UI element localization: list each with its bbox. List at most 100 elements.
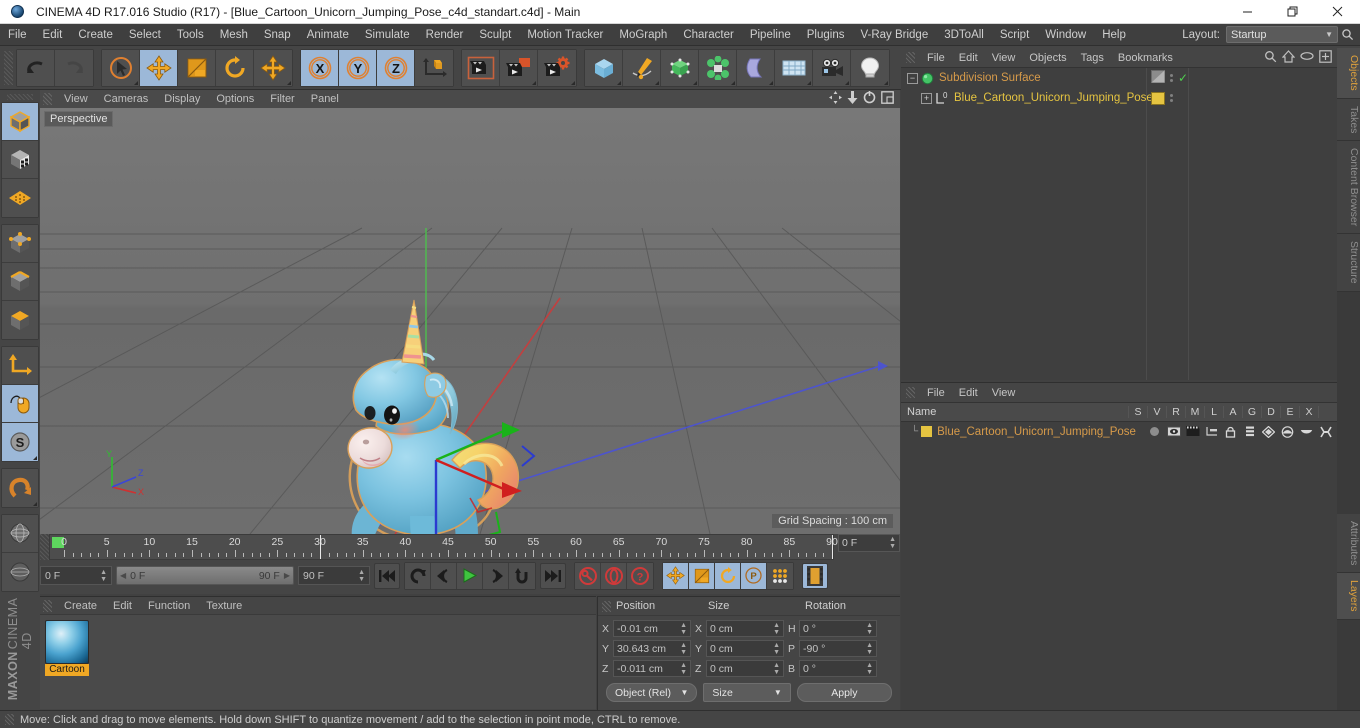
toolbar-grip[interactable] bbox=[4, 50, 13, 85]
minimize-button[interactable] bbox=[1225, 0, 1270, 24]
stepper-icon[interactable]: ▲ ▼ bbox=[773, 622, 780, 636]
polygons-mode-button[interactable] bbox=[2, 300, 38, 339]
move-alt-tool[interactable] bbox=[254, 49, 292, 86]
menu-file[interactable]: File bbox=[0, 24, 35, 46]
scale-tool[interactable] bbox=[178, 49, 216, 86]
search-icon[interactable] bbox=[1338, 28, 1356, 41]
lock-icon[interactable] bbox=[1222, 424, 1239, 439]
play-backwards-button[interactable] bbox=[405, 562, 431, 589]
go-to-end-button[interactable] bbox=[540, 562, 566, 589]
object-menu-objects[interactable]: Objects bbox=[1022, 48, 1073, 68]
xref-icon[interactable] bbox=[1317, 424, 1334, 439]
y-axis-lock[interactable]: Y bbox=[339, 49, 377, 86]
display-tag-icon[interactable] bbox=[1151, 70, 1165, 86]
viewport-menu-view[interactable]: View bbox=[56, 90, 96, 108]
expand-toggle-icon[interactable]: + bbox=[921, 92, 932, 104]
keyframe-selection-button[interactable]: ? bbox=[627, 562, 653, 589]
layer-row[interactable]: └ Blue_Cartoon_Unicorn_Jumping_Pose bbox=[901, 422, 1337, 441]
material-tag-icon[interactable] bbox=[1151, 91, 1165, 105]
rotation-b-field[interactable]: 0 ° ▲ ▼ bbox=[799, 660, 877, 677]
timeline-grip[interactable] bbox=[40, 534, 49, 560]
menu-select[interactable]: Select bbox=[121, 24, 169, 46]
solo-dot-icon[interactable] bbox=[1146, 424, 1163, 439]
workplane-mode-button[interactable] bbox=[2, 178, 38, 217]
render-settings-button[interactable] bbox=[538, 49, 576, 86]
object-menu-edit[interactable]: Edit bbox=[952, 48, 985, 68]
add-deformer-button[interactable] bbox=[737, 49, 775, 86]
soft-selection-button[interactable]: S bbox=[2, 422, 38, 461]
menu-mograph[interactable]: MoGraph bbox=[611, 24, 675, 46]
loop-button[interactable] bbox=[509, 562, 535, 589]
column-g[interactable]: G bbox=[1242, 406, 1261, 418]
record-scale-button[interactable] bbox=[689, 562, 715, 589]
vtab-layers[interactable]: Layers bbox=[1337, 573, 1360, 620]
left-toolbar-grip[interactable] bbox=[7, 94, 33, 100]
record-rotation-button[interactable] bbox=[715, 562, 741, 589]
stepper-icon[interactable]: ▲ ▼ bbox=[773, 642, 780, 656]
visibility-dots-icon[interactable] bbox=[1170, 94, 1173, 102]
plus-box-icon[interactable] bbox=[1319, 49, 1332, 66]
vtab-attributes[interactable]: Attributes bbox=[1337, 514, 1360, 574]
add-spline-button[interactable] bbox=[623, 49, 661, 86]
size-z-field[interactable]: 0 cm ▲ ▼ bbox=[706, 660, 784, 677]
expression-icon[interactable] bbox=[1298, 424, 1315, 439]
stepper-icon[interactable]: ▲ ▼ bbox=[866, 622, 873, 636]
record-parameter-button[interactable]: P bbox=[741, 562, 767, 589]
deformer-icon[interactable] bbox=[1279, 424, 1296, 439]
redo-button[interactable] bbox=[55, 49, 93, 86]
record-keyframe-button[interactable] bbox=[575, 562, 601, 589]
timeline-range-slider[interactable]: ◀ 0 F 90 F ▶ bbox=[116, 566, 294, 585]
object-menu-tags[interactable]: Tags bbox=[1074, 48, 1111, 68]
visibility-dots-icon[interactable] bbox=[1170, 74, 1173, 82]
generator-icon[interactable] bbox=[1260, 424, 1277, 439]
animation-mode-button[interactable] bbox=[802, 562, 828, 589]
viewport-menu-display[interactable]: Display bbox=[156, 90, 208, 108]
menu-3dtoall[interactable]: 3DToAll bbox=[936, 24, 992, 46]
vtab-objects[interactable]: Objects bbox=[1337, 48, 1360, 99]
menu-animate[interactable]: Animate bbox=[299, 24, 357, 46]
viewport-grip[interactable] bbox=[43, 93, 52, 105]
column-a[interactable]: A bbox=[1223, 406, 1242, 418]
position-y-field[interactable]: 30.643 cm ▲ ▼ bbox=[613, 640, 691, 657]
stepper-icon[interactable]: ▲ ▼ bbox=[680, 622, 687, 636]
column-v[interactable]: V bbox=[1147, 406, 1166, 418]
layout-dropdown[interactable]: Startup ▼ bbox=[1226, 26, 1338, 43]
maximize-view-icon[interactable] bbox=[881, 91, 894, 107]
menu-create[interactable]: Create bbox=[70, 24, 121, 46]
object-menu-file[interactable]: File bbox=[920, 48, 952, 68]
record-position-button[interactable] bbox=[663, 562, 689, 589]
material-thumbnail[interactable] bbox=[45, 620, 89, 664]
expand-toggle-icon[interactable]: − bbox=[907, 72, 918, 84]
animation-bars-icon[interactable] bbox=[1241, 424, 1258, 439]
vtab-takes[interactable]: Takes bbox=[1337, 98, 1360, 142]
column-l[interactable]: L bbox=[1204, 406, 1223, 418]
rotate-tool[interactable] bbox=[216, 49, 254, 86]
live-selection-tool[interactable] bbox=[102, 49, 140, 86]
end-frame-field[interactable]: 90 F ▲ ▼ bbox=[298, 566, 370, 585]
viewport-solo-button[interactable] bbox=[2, 514, 38, 553]
stepper-icon[interactable]: ▲ ▼ bbox=[100, 569, 107, 583]
object-menu-bookmarks[interactable]: Bookmarks bbox=[1111, 48, 1180, 68]
stepper-icon[interactable]: ▲ ▼ bbox=[358, 569, 365, 583]
manager-tree-icon[interactable] bbox=[1203, 424, 1220, 439]
column-d[interactable]: D bbox=[1261, 406, 1280, 418]
stepper-icon[interactable]: ▲ ▼ bbox=[773, 662, 780, 676]
add-environment-button[interactable] bbox=[775, 49, 813, 86]
material-menu-create[interactable]: Create bbox=[56, 597, 105, 615]
menu-help[interactable]: Help bbox=[1094, 24, 1134, 46]
menu-pipeline[interactable]: Pipeline bbox=[742, 24, 799, 46]
rotation-p-field[interactable]: -90 ° ▲ ▼ bbox=[799, 640, 877, 657]
size-y-field[interactable]: 0 cm ▲ ▼ bbox=[706, 640, 784, 657]
menu-vray-bridge[interactable]: V-Ray Bridge bbox=[852, 24, 936, 46]
timeline-preview-frame-field[interactable]: 0 F ▲ ▼ bbox=[838, 534, 900, 552]
go-to-start-button[interactable] bbox=[374, 562, 400, 589]
column-r[interactable]: R bbox=[1166, 406, 1185, 418]
range-right-arrow-icon[interactable]: ▶ bbox=[284, 571, 290, 580]
position-x-field[interactable]: -0.01 cm ▲ ▼ bbox=[613, 620, 691, 637]
coordinates-grip[interactable] bbox=[602, 600, 611, 612]
add-array-button[interactable] bbox=[699, 49, 737, 86]
size-mode-dropdown[interactable]: Size ▼ bbox=[703, 683, 791, 702]
rotate-view-icon[interactable] bbox=[863, 91, 876, 107]
maximize-button[interactable] bbox=[1270, 0, 1315, 24]
column-s[interactable]: S bbox=[1128, 406, 1147, 418]
